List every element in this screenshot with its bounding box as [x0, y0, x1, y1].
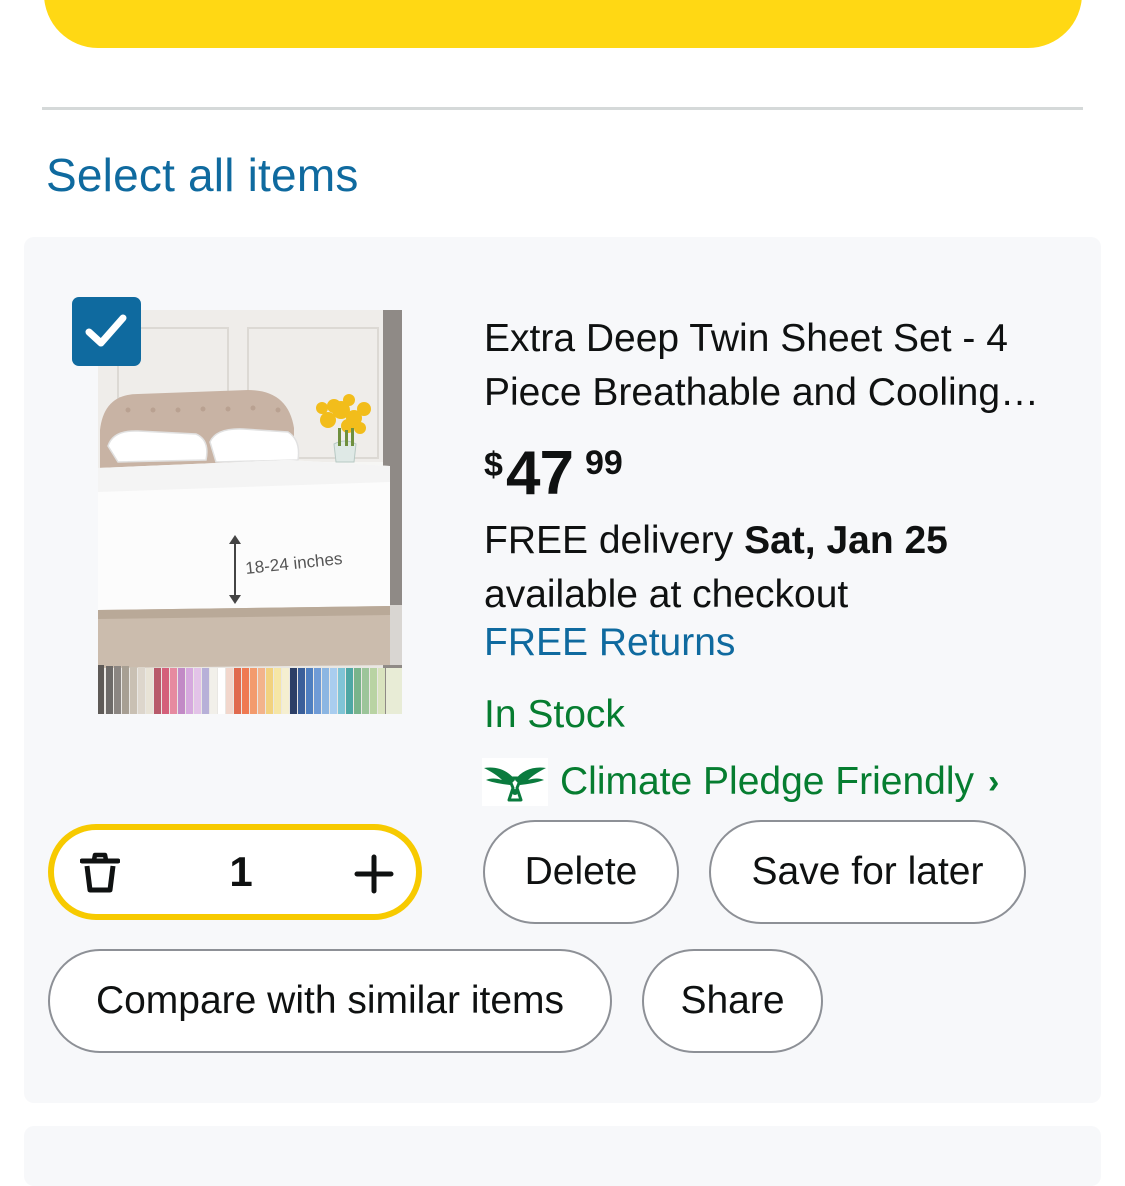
delivery-info: FREE delivery Sat, Jan 25 available at c… [484, 514, 1084, 622]
free-returns-link[interactable]: FREE Returns [484, 621, 735, 665]
climate-pledge-icon [482, 758, 548, 806]
stock-status: In Stock [484, 693, 625, 736]
delete-button[interactable]: Delete [483, 820, 679, 924]
next-cart-item-card [24, 1126, 1101, 1186]
delivery-date: Sat, Jan 25 [744, 519, 948, 562]
select-all-items-link[interactable]: Select all items [46, 148, 359, 202]
quantity-value: 1 [229, 848, 253, 895]
compare-similar-items-button[interactable]: Compare with similar items [48, 949, 612, 1053]
checkmark-icon [85, 314, 127, 347]
plus-icon[interactable] [354, 854, 394, 894]
item-select-checkbox[interactable] [72, 297, 141, 366]
trash-icon[interactable] [80, 852, 120, 894]
price-fraction: 99 [585, 444, 623, 482]
quantity-stepper: 1 [48, 824, 422, 920]
delivery-prefix: FREE delivery [484, 519, 745, 562]
price-whole: 47 [506, 439, 574, 508]
climate-pledge-label: Climate Pledge Friendly [560, 760, 975, 803]
share-button[interactable]: Share [642, 949, 823, 1053]
product-image[interactable]: 18-24 inches [98, 310, 402, 714]
climate-pledge-link[interactable]: Climate Pledge Friendly › [482, 756, 999, 808]
proceed-to-checkout-button[interactable] [44, 0, 1082, 48]
delivery-suffix: available at checkout [484, 573, 849, 616]
chevron-right-icon: › [988, 762, 1000, 801]
divider [42, 107, 1083, 110]
price-currency-symbol: $ [484, 446, 503, 484]
product-title[interactable]: Extra Deep Twin Sheet Set - 4 Piece Brea… [484, 312, 1069, 420]
save-for-later-button[interactable]: Save for later [709, 820, 1026, 924]
